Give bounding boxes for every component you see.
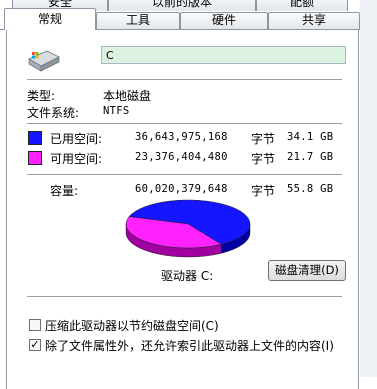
properties-dialog: 安全 以前的版本 配额 常规 工具 硬件 共享 类型: 本地磁盘 文件系统: N…: [0, 0, 377, 389]
tab-hardware[interactable]: 硬件: [180, 12, 268, 29]
free-space-bytes-unit: 字节: [251, 152, 276, 166]
type-value: 本地磁盘: [103, 89, 152, 103]
capacity-size: 55.8 GB: [287, 183, 334, 195]
window-edge: [360, 0, 377, 377]
check-mark-icon: ✓: [30, 338, 40, 351]
index-contents-label[interactable]: 除了文件属性外，还允许索引此驱动器上文件的内容(I): [45, 337, 334, 354]
used-space-color-swatch: [28, 131, 42, 145]
tab-quota[interactable]: 配额: [256, 0, 348, 11]
type-label: 类型:: [27, 89, 56, 103]
compress-drive-checkbox[interactable]: [29, 319, 41, 331]
tab-general[interactable]: 常规: [4, 8, 96, 30]
separator: [27, 79, 342, 80]
used-space-bytes-unit: 字节: [251, 132, 276, 146]
separator: [27, 123, 342, 124]
used-space-bytes: 36,643,975,168: [135, 131, 228, 143]
drive-name-input[interactable]: [101, 46, 346, 64]
tab-sharing[interactable]: 共享: [268, 12, 360, 29]
tab-previous-versions[interactable]: 以前的版本: [108, 0, 256, 11]
pane-border: [6, 29, 7, 389]
disk-cleanup-button[interactable]: 磁盘清理(D): [268, 260, 346, 281]
filesystem-value: NTFS: [103, 105, 130, 117]
free-space-bytes: 23,376,404,480: [135, 151, 228, 163]
separator: [27, 296, 342, 297]
index-contents-checkbox[interactable]: ✓: [29, 339, 41, 351]
compress-drive-label[interactable]: 压缩此驱动器以节约磁盘空间(C): [45, 317, 219, 334]
used-space-size: 34.1 GB: [287, 131, 334, 143]
capacity-bytes: 60,020,379,648: [135, 183, 228, 195]
disk-usage-pie-chart: [125, 199, 251, 258]
hard-drive-icon: [28, 50, 60, 72]
separator: [27, 174, 342, 175]
drive-letter-label: 驱动器 C:: [161, 269, 214, 283]
free-space-color-swatch: [28, 151, 42, 165]
used-space-label: 已用空间:: [50, 132, 103, 146]
tab-tools[interactable]: 工具: [96, 12, 180, 29]
capacity-label: 容量:: [50, 184, 79, 198]
free-space-label: 可用空间:: [50, 152, 103, 166]
filesystem-label: 文件系统:: [27, 106, 80, 120]
pane-border: [358, 29, 359, 389]
free-space-size: 21.7 GB: [287, 151, 334, 163]
